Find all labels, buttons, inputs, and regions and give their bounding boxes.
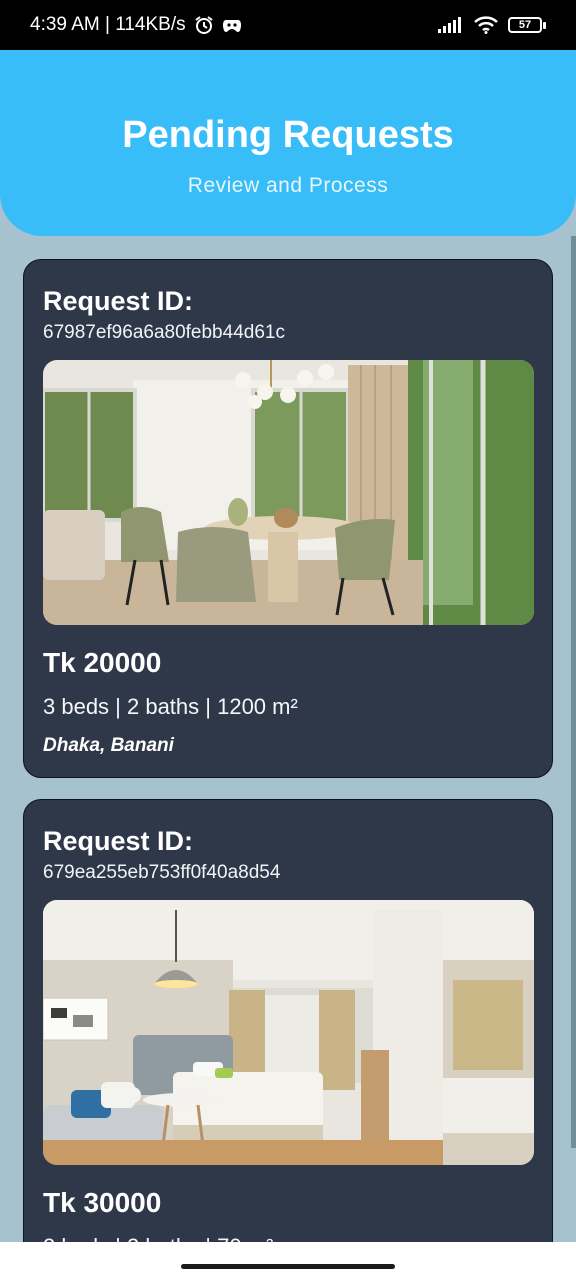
page-header: Pending Requests Review and Process (0, 50, 576, 236)
property-specs: 2 beds | 2 baths | 70 m² (43, 1234, 273, 1242)
page-subtitle: Review and Process (187, 174, 389, 197)
alarm-icon (194, 15, 214, 35)
property-photo[interactable] (43, 900, 534, 1165)
battery-level: 57 (508, 17, 542, 33)
location: Dhaka, Banani (43, 735, 174, 756)
battery-icon: 57 (508, 17, 546, 33)
price: Tk 20000 (43, 647, 162, 678)
request-id-label: Request ID: (43, 286, 194, 316)
status-bar: 4:39 AM | 114KB/s 57 (0, 0, 576, 50)
battery-tip (543, 21, 546, 29)
status-right: 57 (438, 16, 546, 34)
scrollbar[interactable] (571, 236, 576, 1148)
request-id-value: 67987ef96a6a80febb44d61c (43, 322, 285, 343)
wifi-icon (474, 16, 498, 34)
signal-icon (438, 17, 464, 33)
page-title: Pending Requests (122, 114, 454, 156)
request-list[interactable]: Request ID: 67987ef96a6a80febb44d61c Tk … (0, 236, 576, 1242)
home-gesture-handle[interactable] (181, 1264, 395, 1269)
game-controller-icon (222, 16, 242, 34)
request-id-value: 679ea255eb753ff0f40a8d54 (43, 862, 281, 883)
status-left: 4:39 AM | 114KB/s (30, 14, 242, 36)
property-photo[interactable] (43, 360, 534, 625)
request-card[interactable]: Request ID: 679ea255eb753ff0f40a8d54 Tk … (23, 799, 553, 1242)
request-card[interactable]: Request ID: 67987ef96a6a80febb44d61c Tk … (23, 259, 553, 778)
request-id-label: Request ID: (43, 826, 194, 856)
property-specs: 3 beds | 2 baths | 1200 m² (43, 694, 298, 719)
system-navigation-bar (0, 1242, 576, 1280)
status-time-speed: 4:39 AM | 114KB/s (30, 14, 186, 35)
price: Tk 30000 (43, 1187, 162, 1218)
